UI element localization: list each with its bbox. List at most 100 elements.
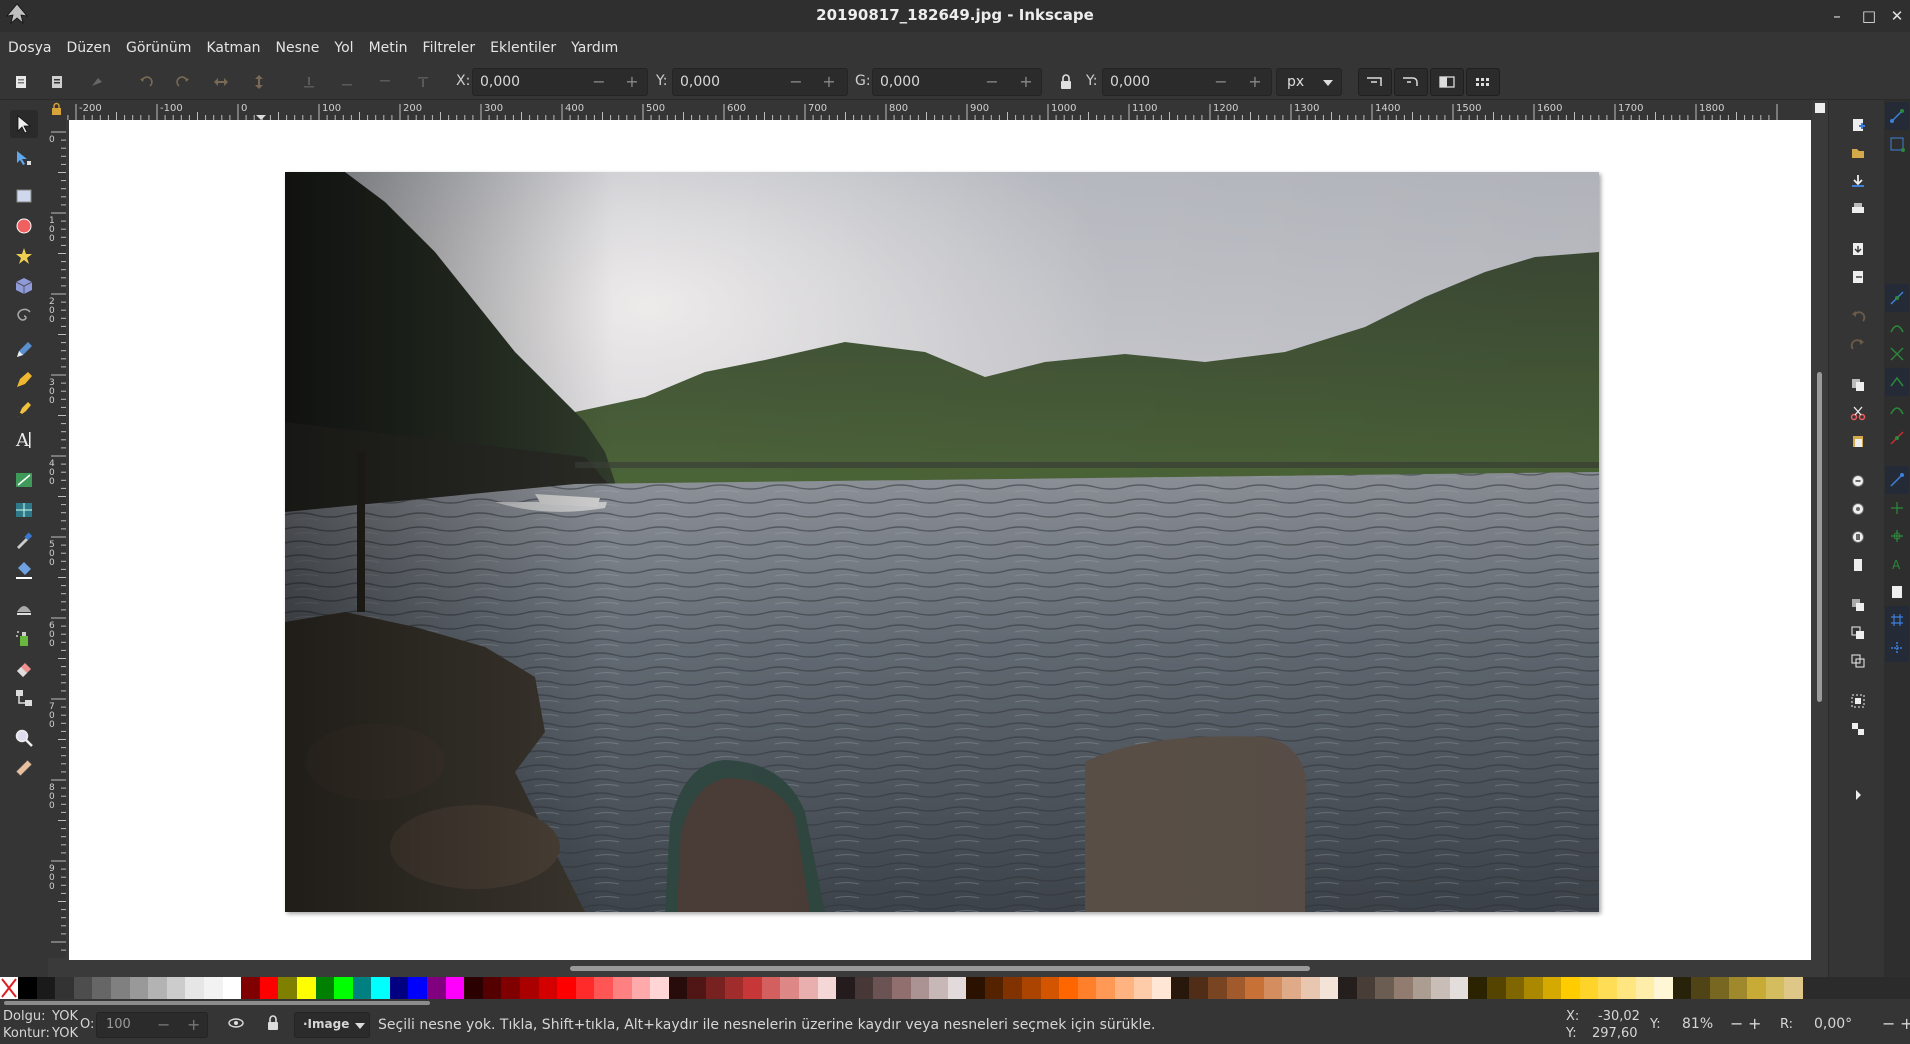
3d-box-tool-icon[interactable] xyxy=(10,272,38,300)
calligraphy-tool-icon[interactable] xyxy=(10,396,38,424)
snap-midpoint-icon[interactable] xyxy=(1885,424,1909,452)
palette-swatch[interactable] xyxy=(203,977,223,999)
rotate-ccw-icon[interactable] xyxy=(135,72,157,92)
palette-swatch[interactable] xyxy=(1208,977,1227,999)
cut-icon[interactable] xyxy=(1847,402,1869,424)
clone-icon[interactable] xyxy=(1847,622,1869,644)
palette-swatch[interactable] xyxy=(817,977,837,999)
vertical-scrollbar[interactable] xyxy=(1812,100,1828,968)
snap-guides-icon[interactable] xyxy=(1885,634,1909,662)
palette-swatch[interactable] xyxy=(73,977,93,999)
move-patterns-button[interactable] xyxy=(1466,68,1500,96)
redo-icon[interactable] xyxy=(1847,334,1869,356)
raise-to-top-icon[interactable] xyxy=(298,72,320,92)
unlink-clone-icon[interactable] xyxy=(1847,650,1869,672)
menu-eklentiler[interactable]: Eklentiler xyxy=(490,40,556,56)
connector-tool-icon[interactable] xyxy=(10,684,38,712)
paint-bucket-tool-icon[interactable] xyxy=(10,556,38,584)
palette-swatch[interactable] xyxy=(1765,977,1785,999)
palette-swatch[interactable] xyxy=(836,977,855,999)
palette-swatch[interactable] xyxy=(241,977,260,999)
palette-swatch[interactable] xyxy=(1468,977,1487,999)
palette-swatch[interactable] xyxy=(947,977,967,999)
menu-nesne[interactable]: Nesne xyxy=(276,40,320,56)
palette-scroll-thumb[interactable] xyxy=(4,1001,430,1005)
ellipse-tool-icon[interactable] xyxy=(10,212,38,240)
no-paint-swatch[interactable] xyxy=(0,977,18,999)
palette-swatch[interactable] xyxy=(1486,977,1506,999)
palette-swatch[interactable] xyxy=(55,977,74,999)
palette-swatch[interactable] xyxy=(1300,977,1320,999)
spray-tool-icon[interactable] xyxy=(10,624,38,652)
palette-swatch[interactable] xyxy=(315,977,335,999)
palette-swatch[interactable] xyxy=(1524,977,1543,999)
print-icon[interactable] xyxy=(1847,198,1869,220)
palette-swatch[interactable] xyxy=(1449,977,1469,999)
landscape-photo[interactable] xyxy=(285,172,1599,912)
palette-swatch[interactable] xyxy=(1022,977,1041,999)
palette-swatch[interactable] xyxy=(984,977,1004,999)
horizontal-scroll-thumb[interactable] xyxy=(570,966,1310,971)
measure-tool-icon[interactable] xyxy=(10,754,38,782)
snap-intersections-icon[interactable] xyxy=(1885,340,1909,368)
width-increment[interactable]: + xyxy=(1015,72,1037,92)
node-tool-icon[interactable] xyxy=(10,144,38,172)
palette-swatch[interactable] xyxy=(1542,977,1562,999)
undo-icon[interactable] xyxy=(1847,306,1869,328)
group-icon[interactable] xyxy=(1847,690,1869,712)
menu-yardim[interactable]: Yardım xyxy=(571,40,618,56)
menu-dosya[interactable]: Dosya xyxy=(8,40,52,56)
palette-swatch[interactable] xyxy=(445,977,465,999)
palette-swatch[interactable] xyxy=(687,977,706,999)
zoom-in-button[interactable]: + xyxy=(1748,1014,1761,1033)
height-field[interactable]: 0,000 − + xyxy=(1102,68,1272,96)
lower-to-bottom-icon[interactable] xyxy=(412,72,434,92)
copy-icon[interactable] xyxy=(1847,374,1869,396)
palette-swatch[interactable] xyxy=(501,977,521,999)
rotate-field[interactable]: 0,00° − + xyxy=(1806,1012,1910,1038)
palette-swatch[interactable] xyxy=(1189,977,1208,999)
palette-swatch[interactable] xyxy=(259,977,279,999)
palette-swatch[interactable] xyxy=(594,977,613,999)
width-field[interactable]: 0,000 − + xyxy=(872,68,1042,96)
palette-swatch[interactable] xyxy=(464,977,483,999)
palette-swatch[interactable] xyxy=(1635,977,1655,999)
palette-swatch[interactable] xyxy=(1170,977,1190,999)
tweak-tool-icon[interactable] xyxy=(10,594,38,622)
selector-tool-icon[interactable] xyxy=(10,110,38,138)
palette-swatch[interactable] xyxy=(427,977,446,999)
palette-swatch[interactable] xyxy=(1245,977,1264,999)
mesh-tool-icon[interactable] xyxy=(10,496,38,524)
palette-swatch[interactable] xyxy=(1710,977,1729,999)
zoom-tool-icon[interactable] xyxy=(10,724,38,752)
menu-metin[interactable]: Metin xyxy=(369,40,408,56)
width-decrement[interactable]: − xyxy=(981,72,1003,92)
palette-swatch[interactable] xyxy=(910,977,930,999)
snap-smooth-icon[interactable] xyxy=(1885,396,1909,424)
y-increment[interactable]: + xyxy=(818,72,840,92)
paste-icon[interactable] xyxy=(1847,430,1869,452)
palette-swatch[interactable] xyxy=(613,977,632,999)
pencil-tool-icon[interactable] xyxy=(10,336,38,364)
x-increment[interactable]: + xyxy=(621,72,643,92)
x-decrement[interactable]: − xyxy=(588,72,610,92)
text-tool-icon[interactable]: A xyxy=(10,426,38,454)
palette-swatch[interactable] xyxy=(1133,977,1153,999)
star-tool-icon[interactable] xyxy=(10,242,38,270)
palette-swatch[interactable] xyxy=(520,977,539,999)
export-icon[interactable] xyxy=(1847,266,1869,288)
palette-swatch[interactable] xyxy=(1617,977,1636,999)
menu-katman[interactable]: Katman xyxy=(206,40,260,56)
import-icon[interactable] xyxy=(1847,238,1869,260)
palette-swatch[interactable] xyxy=(1356,977,1376,999)
palette-swatch[interactable] xyxy=(1598,977,1618,999)
palette-swatch[interactable] xyxy=(1282,977,1301,999)
palette-swatch[interactable] xyxy=(1691,977,1711,999)
palette-swatch[interactable] xyxy=(1505,977,1525,999)
snap-cusp-icon[interactable] xyxy=(1885,368,1909,396)
palette-swatch[interactable] xyxy=(724,977,744,999)
palette-swatch[interactable] xyxy=(1319,977,1339,999)
duplicate-icon[interactable] xyxy=(1847,594,1869,616)
palette-swatch[interactable] xyxy=(129,977,149,999)
opacity-decrement[interactable]: − xyxy=(157,1015,170,1034)
